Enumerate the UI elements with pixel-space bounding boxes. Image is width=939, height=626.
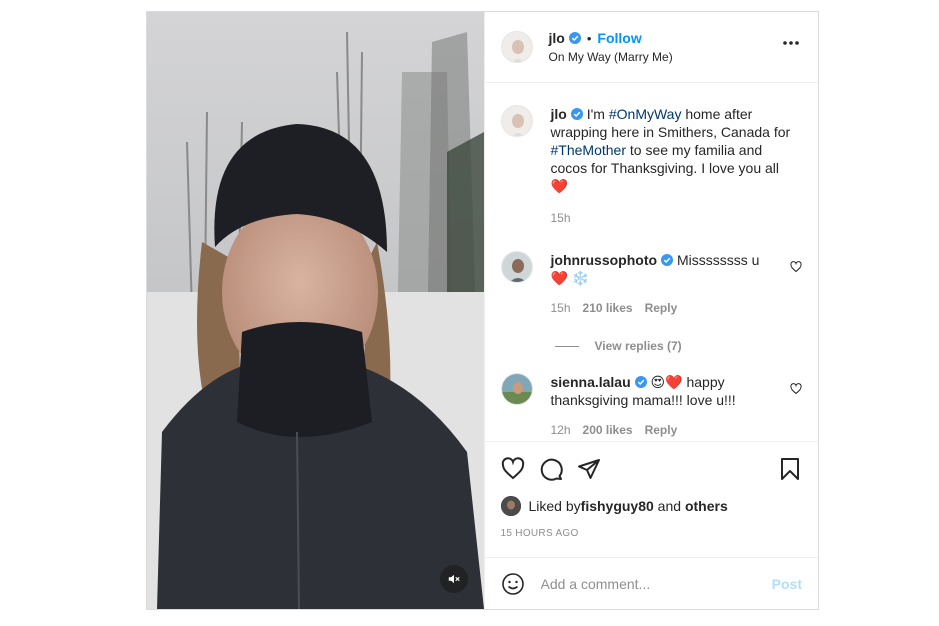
comments-section[interactable]: jlo I'm #OnMyWay home after wrapping her…: [485, 83, 819, 441]
caption-time[interactable]: 15h: [551, 209, 571, 227]
comment-username[interactable]: sienna.lalau: [551, 374, 631, 390]
post-header: jlo • Follow On My Way (Marry Me): [484, 12, 818, 83]
hashtag-onmyway[interactable]: #OnMyWay: [609, 106, 682, 122]
liked-by-others[interactable]: others: [685, 498, 728, 514]
post-comment-button[interactable]: Post: [772, 576, 802, 592]
verified-badge-icon: [661, 254, 674, 266]
liked-by-mid: and: [653, 498, 685, 514]
instagram-post: jlo • Follow On My Way (Marry Me) jlo I'…: [146, 11, 819, 610]
comment-time[interactable]: 12h: [551, 421, 571, 439]
emoji-smiley-icon[interactable]: [501, 572, 525, 596]
mute-toggle-button[interactable]: [439, 565, 468, 593]
caption-text-pre: I'm: [586, 106, 609, 122]
post-actions: Liked by fishyguy80 and others 15 HOURS …: [484, 441, 818, 557]
caption-username[interactable]: jlo: [551, 106, 567, 122]
post-side-panel: jlo • Follow On My Way (Marry Me) jlo I'…: [483, 12, 819, 609]
reply-button[interactable]: Reply: [645, 299, 678, 317]
verified-badge-icon: [634, 376, 647, 388]
follow-button[interactable]: Follow: [597, 30, 641, 46]
video-frame-image: [147, 12, 484, 609]
comment-likes[interactable]: 210 likes: [583, 299, 633, 317]
bookmark-icon[interactable]: [778, 457, 802, 481]
comment-username[interactable]: johnrussophoto: [551, 252, 658, 268]
post-video[interactable]: [147, 12, 484, 609]
avatar[interactable]: [500, 373, 533, 405]
comment-item: johnrussophoto Missssssss u ❤️ ❄️ 15h 21…: [500, 251, 803, 317]
post-timestamp[interactable]: 15 HOURS AGO: [501, 528, 803, 539]
heart-outline-icon[interactable]: [790, 261, 802, 273]
liked-by-prefix: Liked by: [528, 498, 581, 514]
caption: jlo I'm #OnMyWay home after wrapping her…: [500, 105, 803, 227]
like-heart-icon[interactable]: [501, 457, 525, 481]
verified-badge-icon: [568, 32, 581, 44]
separator-dot: •: [586, 30, 592, 46]
comment-item: sienna.lalau 😍❤️ happy thanksgiving mama…: [500, 373, 803, 439]
comment-time[interactable]: 15h: [551, 299, 571, 317]
comment-input[interactable]: [540, 575, 772, 592]
heart-emoji: ❤️: [550, 178, 568, 194]
liked-by: Liked by fishyguy80 and others: [500, 496, 803, 516]
header-username[interactable]: jlo: [549, 30, 565, 46]
comment-likes[interactable]: 200 likes: [583, 421, 633, 439]
hashtag-themother[interactable]: #TheMother: [551, 142, 626, 158]
audio-title[interactable]: On My Way (Marry Me): [549, 50, 673, 64]
avatar[interactable]: [500, 251, 533, 283]
more-horizontal-icon[interactable]: [782, 40, 800, 46]
speaker-muted-icon: [448, 574, 460, 584]
view-replies-button[interactable]: View replies (7): [554, 339, 803, 353]
comment-bubble-icon[interactable]: [539, 457, 563, 481]
add-comment-bar: Post: [484, 557, 818, 609]
reply-button[interactable]: Reply: [645, 421, 678, 439]
share-send-icon[interactable]: [577, 457, 601, 481]
replies-divider: [554, 345, 579, 347]
avatar[interactable]: [500, 31, 533, 63]
liker-avatar[interactable]: [500, 496, 521, 516]
verified-badge-icon: [570, 108, 583, 120]
view-replies-label: View replies (7): [594, 339, 682, 353]
avatar[interactable]: [500, 105, 533, 137]
heart-outline-icon[interactable]: [790, 383, 802, 395]
liked-by-user[interactable]: fishyguy80: [581, 498, 654, 514]
